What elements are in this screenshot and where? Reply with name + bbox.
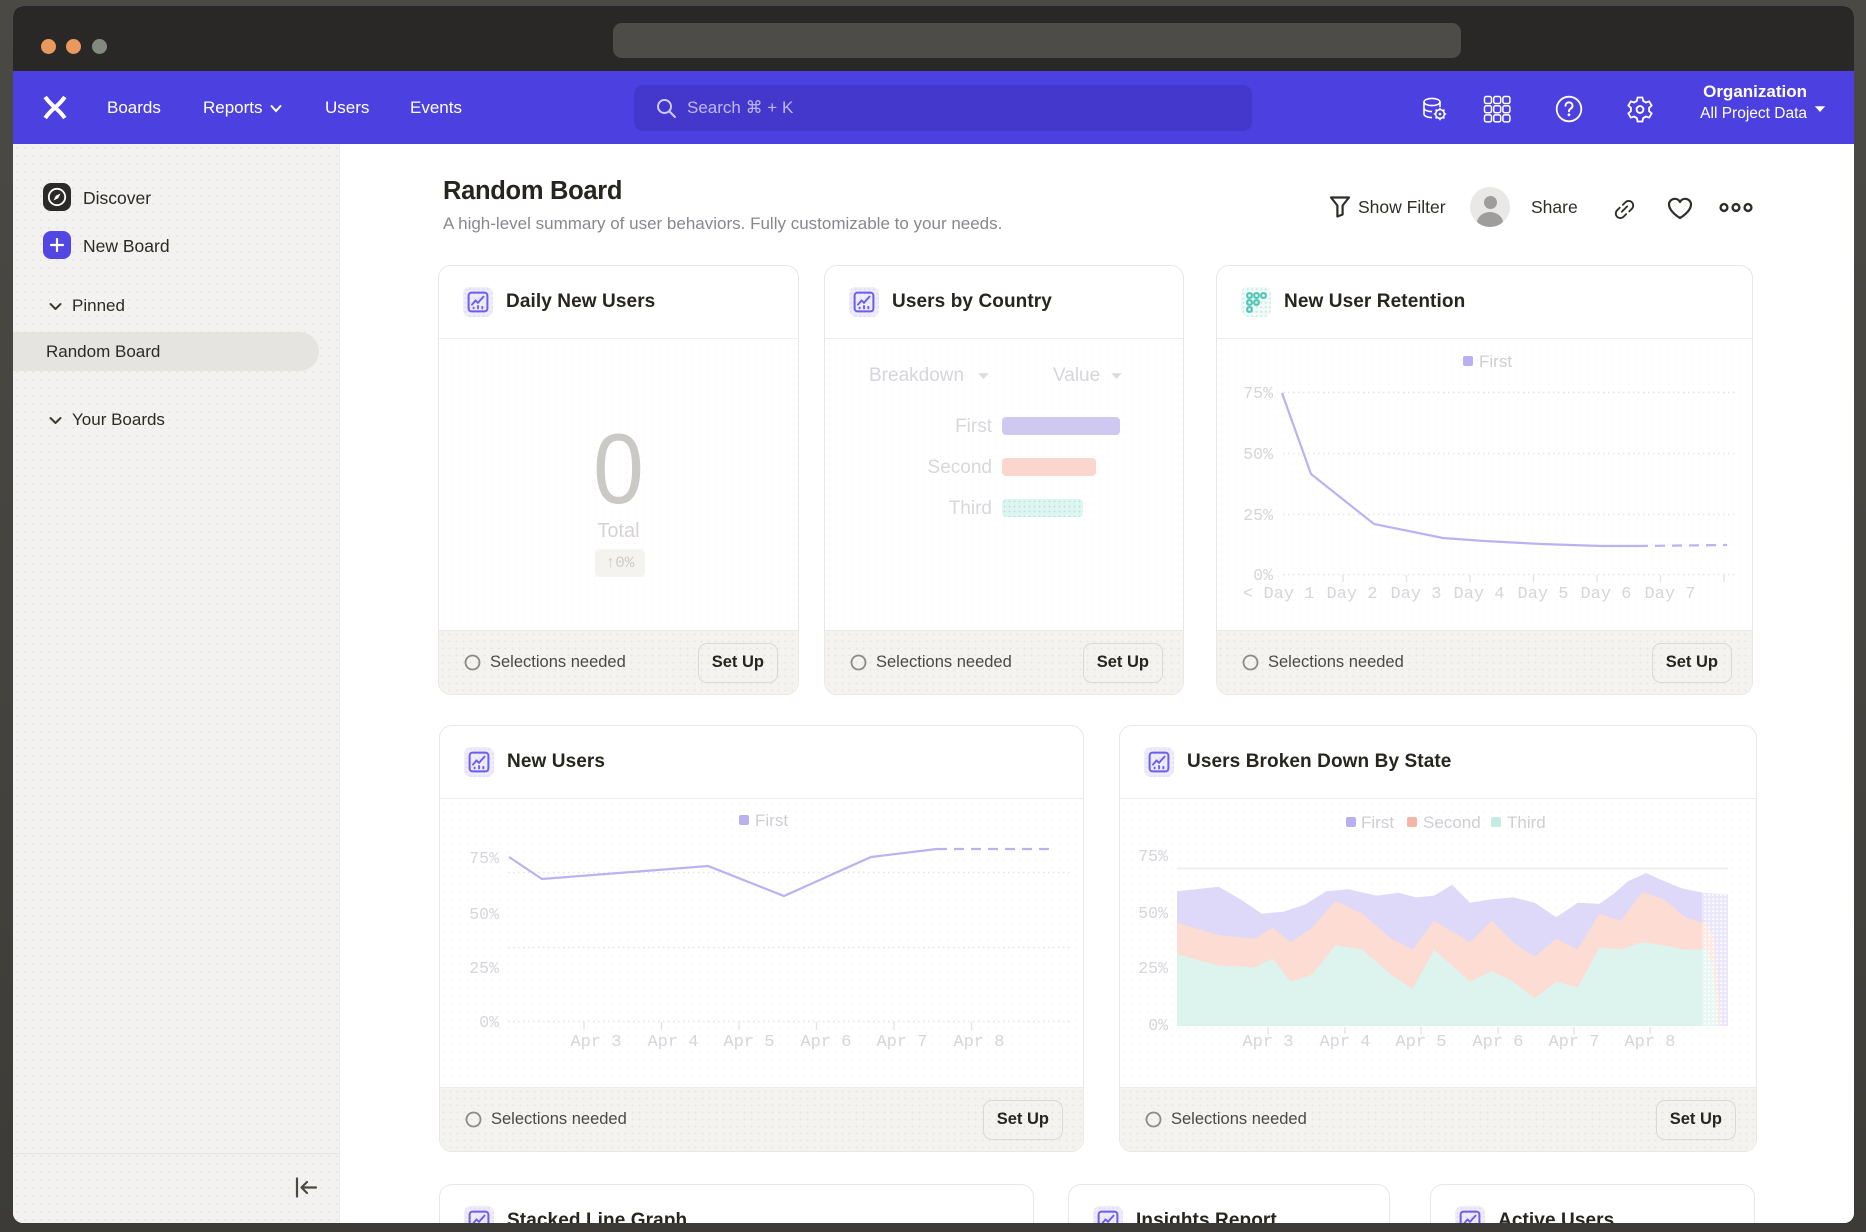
svg-text:Apr 6: Apr 6 [1472, 1033, 1523, 1052]
svg-text:First: First [755, 811, 788, 830]
svg-text:<: < [1243, 585, 1253, 604]
svg-text:Day 2: Day 2 [1326, 585, 1377, 604]
svg-text:Day 6: Day 6 [1580, 585, 1631, 604]
svg-text:Day 1: Day 1 [1263, 585, 1314, 604]
svg-text:75%: 75% [1138, 847, 1168, 866]
svg-text:Day 4: Day 4 [1453, 585, 1504, 604]
svg-text:0%: 0% [1148, 1016, 1168, 1035]
svg-text:Apr 3: Apr 3 [570, 1033, 621, 1052]
svg-text:Apr 8: Apr 8 [1624, 1033, 1675, 1052]
svg-text:Second: Second [1423, 813, 1481, 832]
svg-text:Third: Third [1507, 813, 1546, 832]
svg-text:Apr 8: Apr 8 [953, 1033, 1004, 1052]
svg-text:Day 7: Day 7 [1644, 585, 1695, 604]
svg-text:75%: 75% [469, 849, 499, 868]
svg-text:Day 5: Day 5 [1517, 585, 1568, 604]
svg-text:Apr 7: Apr 7 [1548, 1033, 1599, 1052]
svg-text:First: First [1361, 813, 1394, 832]
svg-text:0%: 0% [479, 1013, 499, 1032]
svg-text:Apr 6: Apr 6 [800, 1033, 851, 1052]
svg-text:Apr 5: Apr 5 [1395, 1033, 1446, 1052]
svg-text:Apr 4: Apr 4 [1319, 1033, 1370, 1052]
svg-text:50%: 50% [469, 905, 499, 924]
svg-text:25%: 25% [469, 959, 499, 978]
svg-text:Apr 5: Apr 5 [723, 1033, 774, 1052]
svg-text:Apr 3: Apr 3 [1242, 1033, 1293, 1052]
svg-text:Day 3: Day 3 [1390, 585, 1441, 604]
svg-text:50%: 50% [1138, 904, 1168, 923]
svg-text:50%: 50% [1243, 445, 1273, 464]
svg-text:Apr 4: Apr 4 [647, 1033, 698, 1052]
svg-text:Apr 7: Apr 7 [876, 1033, 927, 1052]
svg-text:0%: 0% [1253, 566, 1273, 585]
svg-text:75%: 75% [1243, 384, 1273, 403]
svg-text:25%: 25% [1138, 959, 1168, 978]
svg-text:First: First [1479, 352, 1512, 371]
svg-text:25%: 25% [1243, 506, 1273, 525]
